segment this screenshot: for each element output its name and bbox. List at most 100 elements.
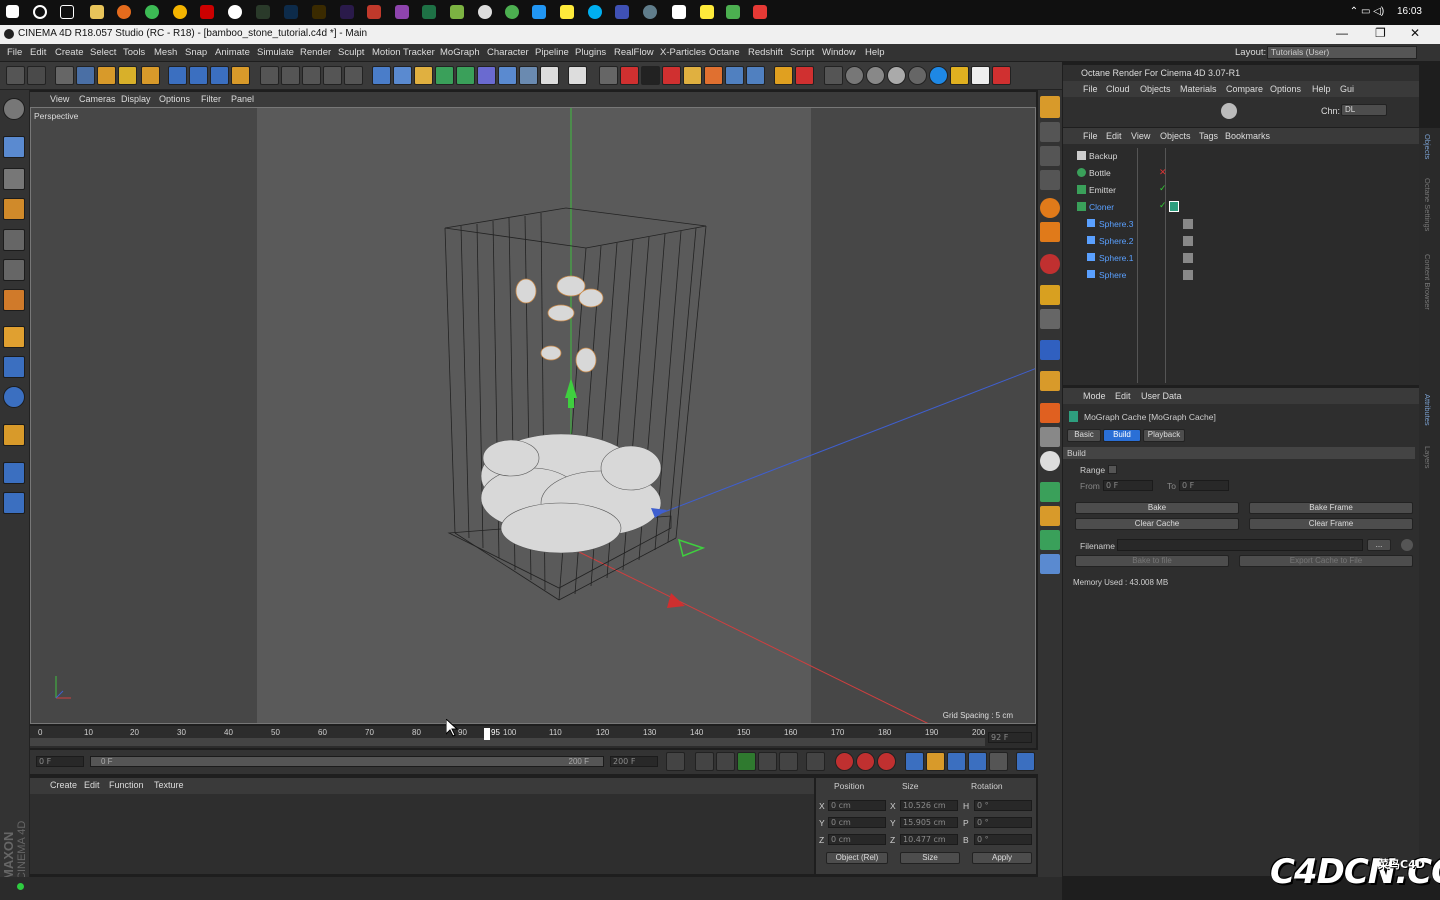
menu-animate[interactable]: Animate <box>215 47 250 58</box>
objmgr-menu-file[interactable]: File <box>1083 131 1098 141</box>
model-mode-icon[interactable] <box>3 136 25 158</box>
next-frame-icon[interactable] <box>758 752 777 771</box>
floor-icon[interactable] <box>498 66 517 85</box>
size-y-field[interactable]: 15.905 cm <box>900 817 958 828</box>
start-icon[interactable] <box>6 5 19 18</box>
octane-material-icon[interactable] <box>887 66 906 85</box>
app-icon[interactable] <box>643 5 657 19</box>
side-tab-objects[interactable]: Objects <box>1423 134 1432 159</box>
menu-select[interactable]: Select <box>90 47 116 58</box>
psr-icon[interactable] <box>1040 96 1060 118</box>
excel-icon[interactable] <box>422 5 436 19</box>
tool-icon[interactable] <box>1040 122 1060 142</box>
octane-menu-materials[interactable]: Materials <box>1180 84 1217 94</box>
objmgr-menu-tags[interactable]: Tags <box>1199 131 1218 141</box>
key-scale-icon[interactable] <box>926 752 945 771</box>
app-icon[interactable] <box>560 5 574 19</box>
rotate-icon[interactable] <box>118 66 137 85</box>
menu-help[interactable]: Help <box>865 47 885 58</box>
object-row-bottle[interactable]: Bottle ✕ <box>1063 165 1417 181</box>
menu-render[interactable]: Render <box>300 47 331 58</box>
timeline-ruler[interactable]: 0 10 20 30 40 50 60 70 80 90 95 100 110 … <box>30 726 1036 748</box>
plugin-icon[interactable] <box>795 66 814 85</box>
filename-field[interactable] <box>1117 539 1363 551</box>
previous-key-icon[interactable] <box>695 752 714 771</box>
size-z-field[interactable]: 10.477 cm <box>900 834 958 845</box>
file-explorer-icon[interactable] <box>90 5 104 19</box>
menu-sculpt[interactable]: Sculpt <box>338 47 364 58</box>
points-mode-icon[interactable] <box>3 229 25 251</box>
menu-motion-tracker[interactable]: Motion Tracker <box>372 47 435 58</box>
interpolation-icon[interactable] <box>1016 752 1035 771</box>
disabled-x-icon[interactable]: ✕ <box>1159 167 1167 178</box>
menu-script[interactable]: Script <box>790 47 814 58</box>
script-icon[interactable] <box>568 66 587 85</box>
bake-button[interactable]: Bake <box>1075 502 1239 514</box>
task-view-icon[interactable] <box>60 5 74 19</box>
render-picture-viewer-icon[interactable] <box>281 66 300 85</box>
objmgr-menu-edit[interactable]: Edit <box>1106 131 1122 141</box>
menu-x-particles[interactable]: X-Particles <box>660 47 706 58</box>
subdivision-icon[interactable] <box>435 66 454 85</box>
side-tab-octane-settings[interactable]: Octane Settings <box>1423 178 1432 231</box>
side-tab-layers[interactable]: Layers <box>1423 446 1432 469</box>
restore-icon[interactable]: ❐ <box>1375 26 1386 40</box>
plugin-icon[interactable] <box>774 66 793 85</box>
acrobat-icon[interactable] <box>200 5 214 19</box>
app-icon[interactable] <box>395 5 409 19</box>
plugin-icon[interactable] <box>1040 451 1060 471</box>
expand-icon[interactable] <box>1401 539 1413 551</box>
material-menu-texture[interactable]: Texture <box>154 780 184 790</box>
key-parameter-icon[interactable] <box>968 752 987 771</box>
octane-daylight-icon[interactable] <box>950 66 969 85</box>
plugin-icon[interactable] <box>1040 340 1060 360</box>
plugin-icon[interactable] <box>725 66 744 85</box>
polygons-mode-icon[interactable] <box>3 289 25 311</box>
menu-window[interactable]: Window <box>822 47 856 58</box>
keyframe-selection-icon[interactable] <box>877 752 896 771</box>
plugin-icon[interactable] <box>1040 198 1060 218</box>
tab-basic[interactable]: Basic <box>1067 429 1101 442</box>
octane-render-icon[interactable] <box>992 66 1011 85</box>
objmgr-menu-bookmarks[interactable]: Bookmarks <box>1225 131 1270 141</box>
tab-playback[interactable]: Playback <box>1143 429 1185 442</box>
octane-menu-objects[interactable]: Objects <box>1140 84 1171 94</box>
object-row-sphere[interactable]: Sphere <box>1063 267 1417 283</box>
photoshop-icon[interactable] <box>284 5 298 19</box>
to-field[interactable]: 0 F <box>1179 480 1229 491</box>
viewport-menu-options[interactable]: Options <box>159 94 190 104</box>
end-frame-field[interactable]: 200 F <box>610 756 658 767</box>
clear-frame-button[interactable]: Clear Frame <box>1249 518 1413 530</box>
viewport-menu-view[interactable]: View <box>50 94 69 104</box>
previous-frame-icon[interactable] <box>716 752 735 771</box>
workplane-mode-icon[interactable] <box>3 198 25 220</box>
plugin-icon[interactable] <box>704 66 723 85</box>
render-region-icon[interactable] <box>344 66 363 85</box>
octane-menu-file[interactable]: File <box>1083 84 1098 94</box>
object-row-backup[interactable]: Backup <box>1063 148 1417 164</box>
side-tab-attributes[interactable]: Attributes <box>1423 394 1432 426</box>
autokey-icon[interactable] <box>856 752 875 771</box>
tab-build[interactable]: Build <box>1103 429 1141 442</box>
preview-range-slider[interactable]: 0 F 200 F <box>90 756 604 767</box>
coordinate-system-icon[interactable] <box>231 66 250 85</box>
plugin-icon[interactable] <box>620 66 639 85</box>
key-position-icon[interactable] <box>905 752 924 771</box>
search-icon[interactable] <box>33 5 47 19</box>
material-menu-edit[interactable]: Edit <box>84 780 100 790</box>
lock-workplane-icon[interactable] <box>3 492 25 514</box>
plugin-icon[interactable] <box>1040 309 1060 329</box>
object-row-sphere-1[interactable]: Sphere.1 <box>1063 250 1417 266</box>
playhead[interactable] <box>484 728 490 740</box>
tweak-mode-icon[interactable] <box>3 356 25 378</box>
clock[interactable]: 16:03 <box>1397 6 1422 17</box>
material-menu-create[interactable]: Create <box>50 780 77 790</box>
3d-viewport[interactable]: Perspective Grid Spacing: 5 cm <box>30 107 1036 724</box>
menu-redshift[interactable]: Redshift <box>748 47 783 58</box>
cinema4d-icon[interactable] <box>228 5 242 19</box>
menu-octane[interactable]: Octane <box>709 47 740 58</box>
undo-icon[interactable] <box>6 66 25 85</box>
plugin-icon[interactable] <box>1040 506 1060 526</box>
snap-icon[interactable] <box>3 386 25 408</box>
after-effects-icon[interactable] <box>340 5 354 19</box>
